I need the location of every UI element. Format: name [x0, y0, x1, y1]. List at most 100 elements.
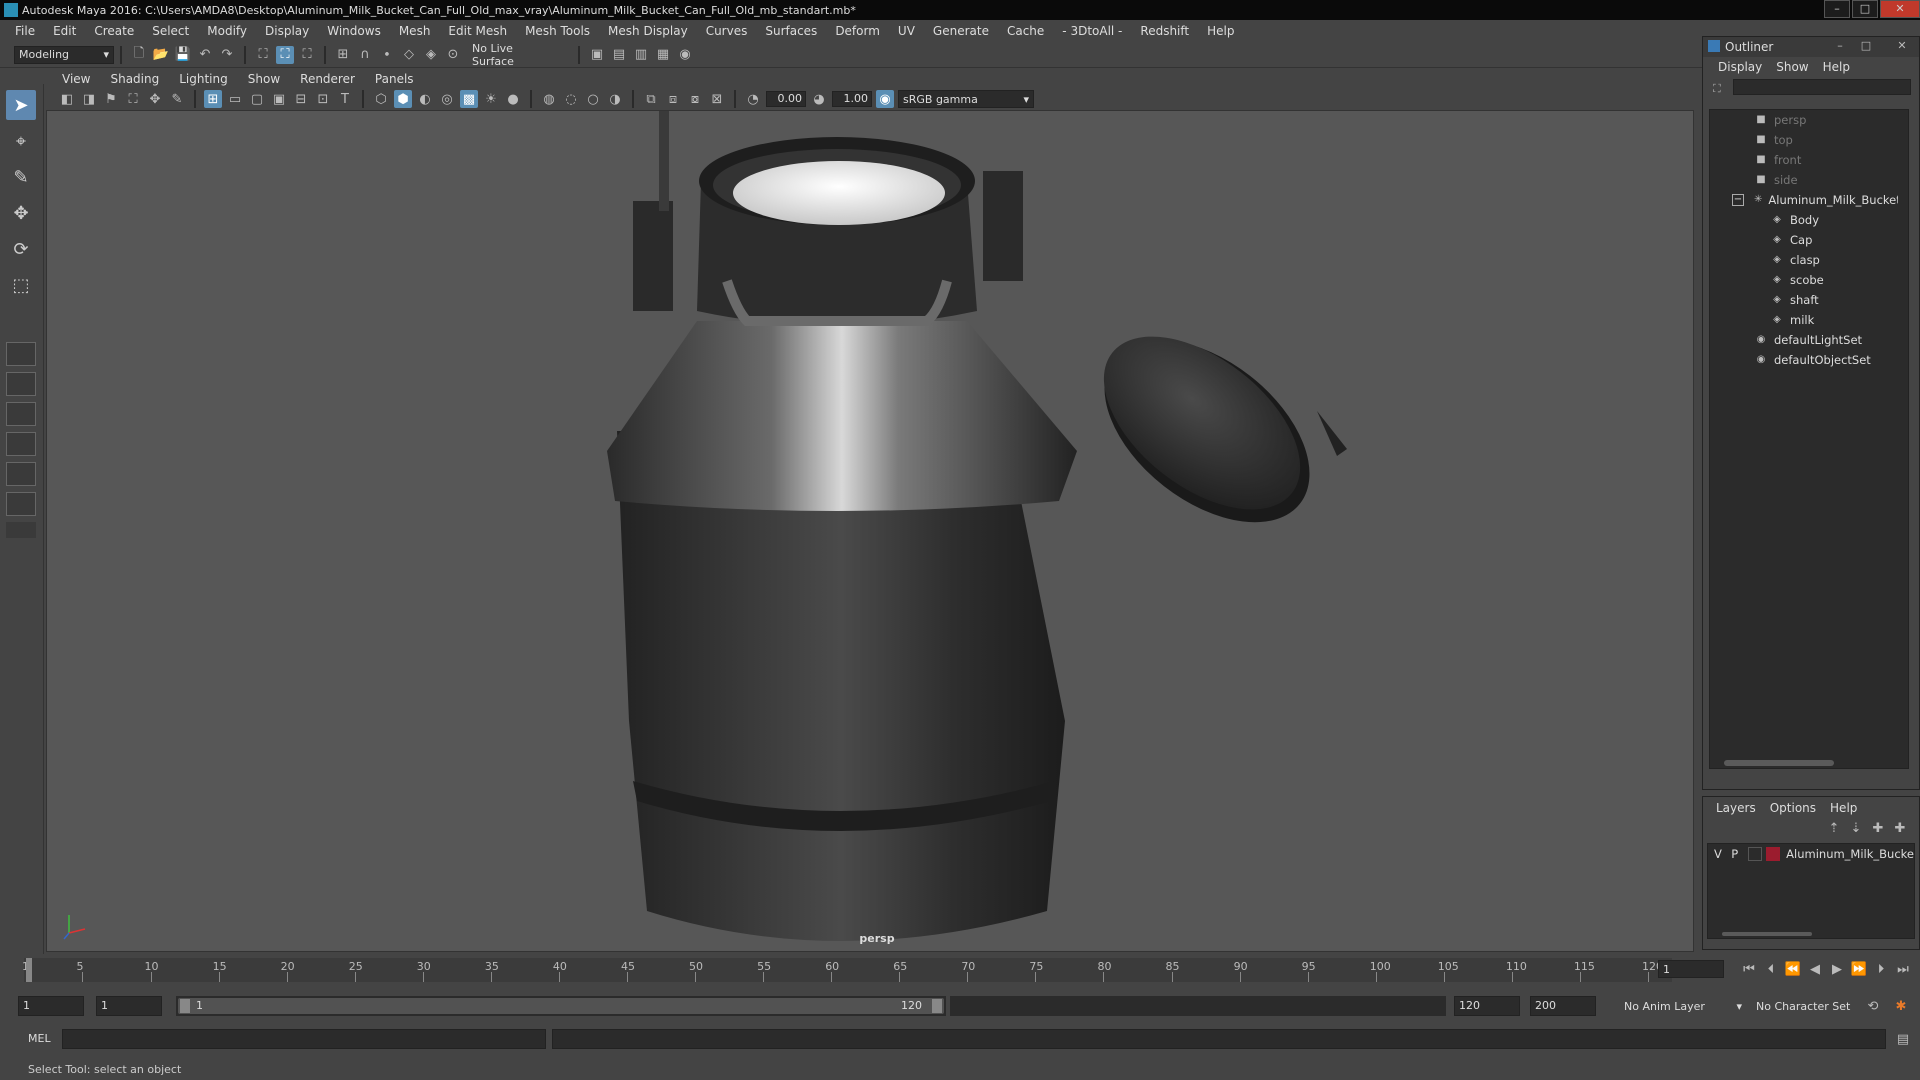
make-live-icon[interactable]: ⊙: [444, 46, 462, 64]
menu-display[interactable]: Display: [256, 24, 318, 38]
select-hierarchy-icon[interactable]: ⛶: [254, 46, 272, 64]
gate-mask-icon[interactable]: ▣: [270, 90, 288, 108]
depth-of-field-icon[interactable]: ◑: [606, 90, 624, 108]
filter-icon[interactable]: ⛶: [1713, 82, 1721, 96]
camera-select-icon[interactable]: ◧: [58, 90, 76, 108]
camera-attributes-icon[interactable]: ◨: [80, 90, 98, 108]
new-layer-icon[interactable]: ✚: [1869, 819, 1887, 837]
scrollbar-thumb[interactable]: [1722, 932, 1812, 936]
persp-outliner-layout-icon[interactable]: [6, 432, 36, 456]
menu-windows[interactable]: Windows: [318, 24, 390, 38]
hypershade-icon[interactable]: ◉: [676, 46, 694, 64]
menu-set-dropdown[interactable]: Modeling ▾: [14, 45, 114, 64]
four-view-layout-icon[interactable]: [6, 372, 36, 396]
menu-redshift[interactable]: Redshift: [1131, 24, 1198, 38]
move-tool-icon[interactable]: ✥: [6, 198, 36, 228]
animation-end-field[interactable]: 200: [1530, 996, 1596, 1016]
render-frame-icon[interactable]: ▤: [610, 46, 628, 64]
character-set-dropdown[interactable]: No Character Set: [1752, 996, 1862, 1016]
preferences-icon[interactable]: ✱: [1892, 997, 1910, 1015]
single-view-layout-icon[interactable]: [6, 342, 36, 366]
outliner-menu-show[interactable]: Show: [1769, 60, 1815, 74]
animation-start-field[interactable]: 1: [18, 996, 84, 1016]
snap-point-icon[interactable]: ∙: [378, 46, 396, 64]
playback-start-field[interactable]: 1: [96, 996, 162, 1016]
play-forwards-icon[interactable]: ▶: [1828, 960, 1846, 978]
menu-mesh-display[interactable]: Mesh Display: [599, 24, 697, 38]
menu-generate[interactable]: Generate: [924, 24, 998, 38]
grease-pencil-icon[interactable]: ✎: [168, 90, 186, 108]
outliner-menu-display[interactable]: Display: [1711, 60, 1769, 74]
xray-active-icon[interactable]: ⧇: [686, 90, 704, 108]
minimize-icon[interactable]: –: [1831, 39, 1849, 53]
time-slider-track[interactable]: 1510152025303540455055606570758085909510…: [22, 958, 1672, 982]
menu-mesh[interactable]: Mesh: [390, 24, 440, 38]
menu-select[interactable]: Select: [143, 24, 198, 38]
anti-alias-icon[interactable]: ○: [584, 90, 602, 108]
step-forward-key-icon[interactable]: ⏩: [1850, 960, 1868, 978]
minimize-icon[interactable]: –: [1824, 0, 1850, 18]
render-settings-icon[interactable]: ▦: [654, 46, 672, 64]
time-slider[interactable]: 1510152025303540455055606570758085909510…: [22, 954, 1692, 984]
field-chart-icon[interactable]: ⊟: [292, 90, 310, 108]
save-scene-icon[interactable]: 💾: [174, 46, 192, 64]
textured-icon[interactable]: ▩: [460, 90, 478, 108]
go-to-end-icon[interactable]: ⏭: [1894, 960, 1912, 978]
wireframe-icon[interactable]: ⬡: [372, 90, 390, 108]
lasso-tool-icon[interactable]: ⌖: [6, 126, 36, 156]
outliner-item[interactable]: ◈ shaft: [1710, 290, 1908, 310]
menu-create[interactable]: Create: [85, 24, 143, 38]
live-surface-field[interactable]: No Live Surface: [468, 42, 558, 68]
ipr-render-icon[interactable]: ▥: [632, 46, 650, 64]
bookmark-icon[interactable]: ⚑: [102, 90, 120, 108]
screen-space-ao-icon[interactable]: ◍: [540, 90, 558, 108]
menu-file[interactable]: File: [6, 24, 44, 38]
safe-action-icon[interactable]: ⊡: [314, 90, 332, 108]
select-tool-icon[interactable]: ➤: [6, 90, 36, 120]
step-forward-frame-icon[interactable]: ⏵: [1872, 960, 1890, 978]
menu-cache[interactable]: Cache: [998, 24, 1053, 38]
go-to-start-icon[interactable]: ⏮: [1740, 960, 1758, 978]
menu-edit-mesh[interactable]: Edit Mesh: [439, 24, 516, 38]
viewport-menu-lighting[interactable]: Lighting: [169, 72, 238, 86]
gamma-icon[interactable]: ◕: [810, 90, 828, 108]
anim-layer-dropdown[interactable]: No Anim Layer ▾: [1620, 996, 1746, 1016]
auto-key-icon[interactable]: ⟲: [1864, 997, 1882, 1015]
scrollbar-thumb[interactable]: [1724, 760, 1834, 766]
select-component-icon[interactable]: ⛶: [298, 46, 316, 64]
undo-icon[interactable]: ↶: [196, 46, 214, 64]
viewport-menu-panels[interactable]: Panels: [365, 72, 424, 86]
outliner-item[interactable]: ◈ Body: [1710, 210, 1908, 230]
viewport-menu-renderer[interactable]: Renderer: [290, 72, 365, 86]
menu-3dtoall[interactable]: - 3DtoAll -: [1053, 24, 1131, 38]
perspective-viewport[interactable]: persp: [46, 110, 1694, 952]
script-editor-icon[interactable]: ▤: [1894, 1030, 1912, 1048]
outliner-item[interactable]: ◈ clasp: [1710, 250, 1908, 270]
snap-grid-icon[interactable]: ⊞: [334, 46, 352, 64]
paint-select-icon[interactable]: ✎: [6, 162, 36, 192]
outliner-item[interactable]: − ✳ Aluminum_Milk_Bucket_C: [1710, 190, 1908, 210]
layer-visibility[interactable]: V: [1714, 847, 1731, 861]
range-start-handle[interactable]: [180, 999, 190, 1013]
color-management-icon[interactable]: ◉: [876, 90, 894, 108]
outliner-item[interactable]: ◈ Cap: [1710, 230, 1908, 250]
snap-view-icon[interactable]: ◇: [400, 46, 418, 64]
command-language-label[interactable]: MEL: [28, 1032, 51, 1045]
current-time-marker[interactable]: [26, 958, 32, 982]
range-slider-bar[interactable]: [178, 998, 944, 1014]
menu-curves[interactable]: Curves: [697, 24, 757, 38]
render-view-icon[interactable]: ▣: [588, 46, 606, 64]
layer-menu-help[interactable]: Help: [1823, 801, 1864, 815]
default-material-icon[interactable]: ◐: [416, 90, 434, 108]
persp-graph-layout-icon[interactable]: [6, 402, 36, 426]
smooth-shade-icon[interactable]: ⬢: [394, 90, 412, 108]
outliner-menu-help[interactable]: Help: [1816, 60, 1857, 74]
scale-tool-icon[interactable]: ⬚: [6, 270, 36, 300]
layer-type[interactable]: [1748, 847, 1763, 861]
image-plane-icon[interactable]: ⛶: [124, 90, 142, 108]
xray-joints-icon[interactable]: ⊠: [708, 90, 726, 108]
collapse-icon[interactable]: −: [1732, 194, 1744, 206]
xray-icon[interactable]: ⧈: [664, 90, 682, 108]
playback-end-field[interactable]: 120: [1454, 996, 1520, 1016]
hypershade-layout-icon[interactable]: [6, 492, 36, 516]
